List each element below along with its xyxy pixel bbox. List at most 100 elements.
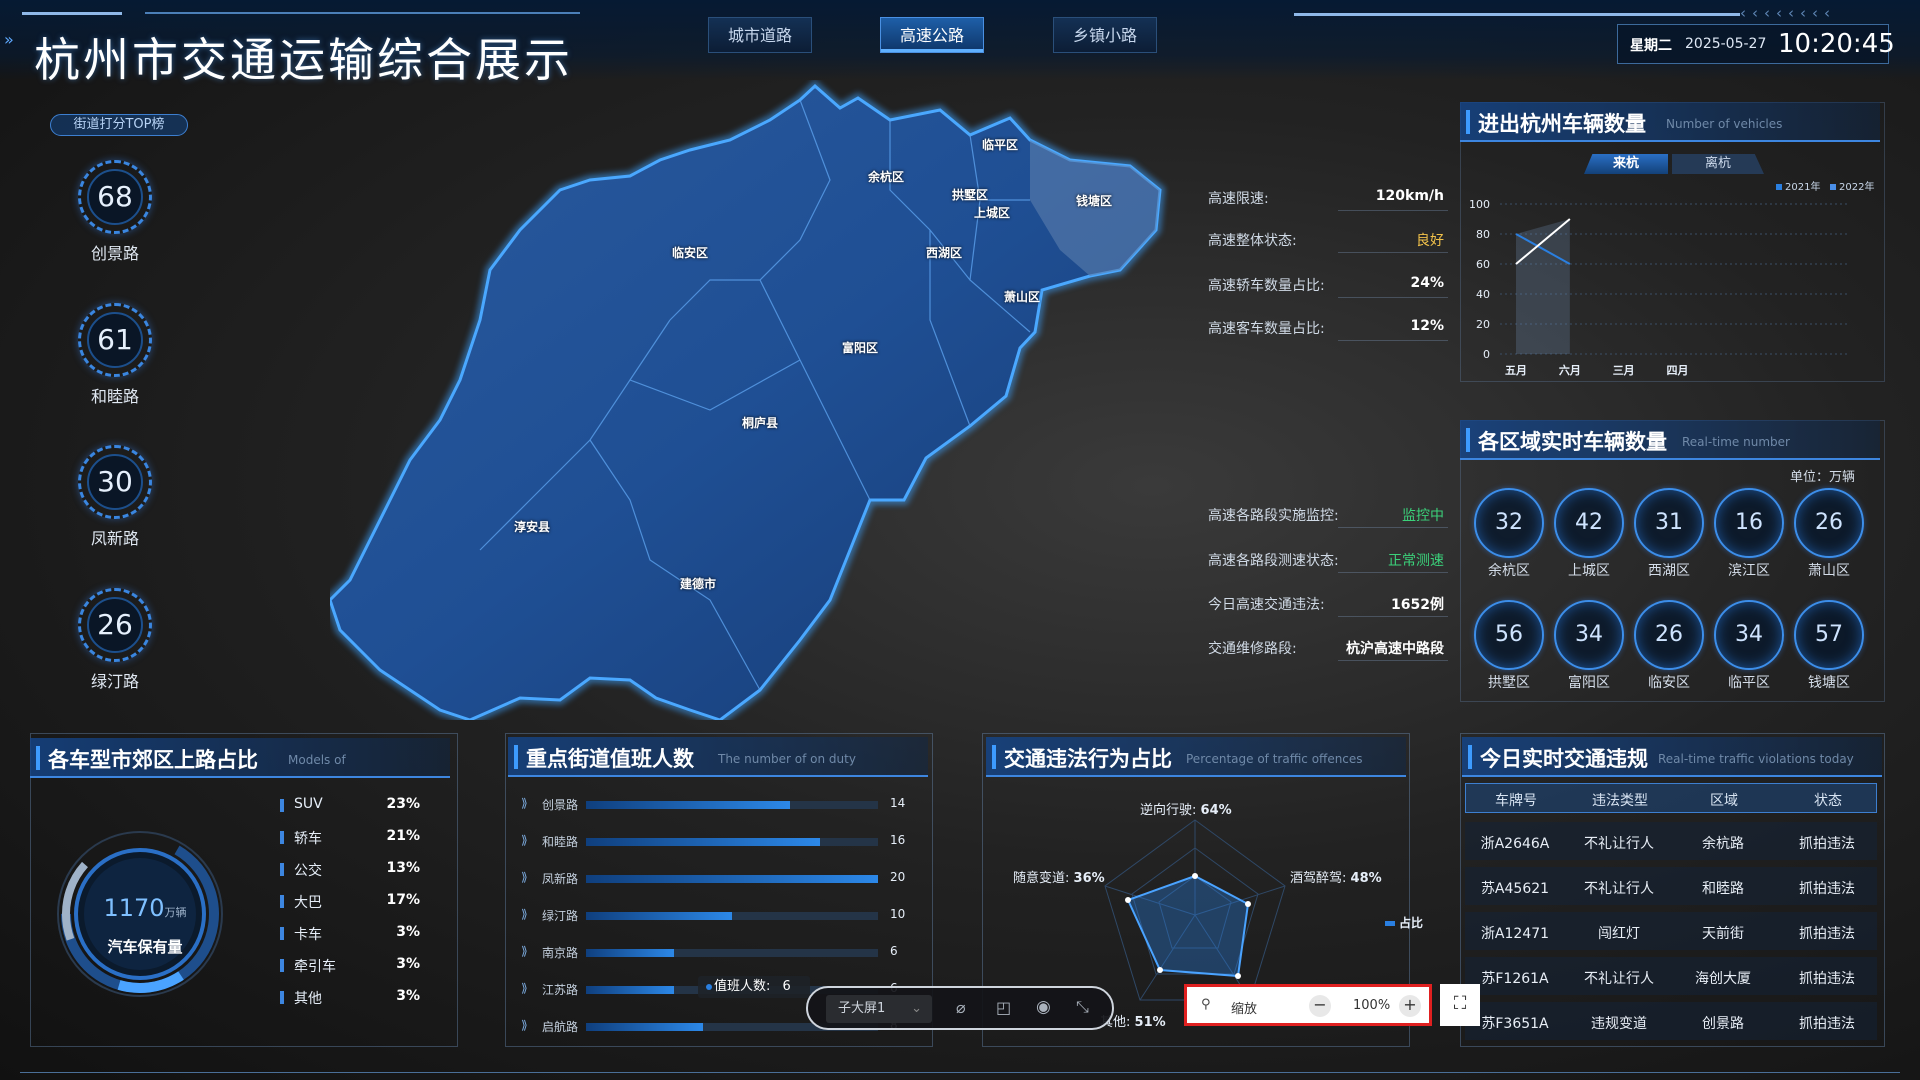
map-district-label[interactable]: 临平区 — [982, 136, 1018, 153]
table-cell: 苏F3651A — [1481, 1016, 1549, 1032]
tab-1[interactable]: 高速公路 — [880, 17, 984, 53]
tab-out[interactable]: 离杭 — [1672, 154, 1764, 174]
map-district-label[interactable]: 富阳区 — [842, 339, 878, 356]
table-row[interactable]: 苏F1261A 不礼让行人 海创大厦 抓拍违法 — [1465, 957, 1877, 995]
info-label: 高速轿车数量占比: — [1208, 278, 1325, 294]
arrow-right-icon: ⟫ — [521, 870, 528, 884]
date: 2025-05-27 — [1685, 36, 1767, 52]
y-tick-label: 20 — [1476, 318, 1490, 331]
table-header-cell: 车牌号 — [1495, 793, 1537, 809]
duty-row[interactable]: ⟫ 绿汀路 10 — [518, 906, 916, 924]
duty-street-name: 启航路 — [542, 1020, 579, 1034]
unlink-icon[interactable]: ⌀ — [956, 998, 966, 1017]
duty-row[interactable]: ⟫ 凤新路 20 — [518, 869, 916, 887]
area-name: 临平区 — [1728, 675, 1770, 691]
offence-label-lane: 随意变道: 36% — [1013, 867, 1105, 886]
model-pct: 21% — [386, 828, 420, 844]
map-district-label[interactable]: 拱墅区 — [952, 186, 988, 203]
table-cell: 不礼让行人 — [1584, 881, 1654, 897]
area-name: 富阳区 — [1568, 675, 1610, 691]
info-label: 高速各路段实施监控: — [1208, 508, 1339, 524]
map-district-label[interactable]: 上城区 — [974, 204, 1010, 221]
area-item[interactable]: 34 临平区 — [1714, 600, 1784, 692]
area-item[interactable]: 16 滨江区 — [1714, 488, 1784, 580]
table-cell: 违规变道 — [1591, 1016, 1647, 1032]
zoom-out-button[interactable]: − — [1309, 995, 1331, 1017]
duty-row[interactable]: ⟫ 南京路 6 — [518, 943, 916, 961]
street-rank-item[interactable]: 61 和睦路 — [75, 303, 155, 407]
highway-info-row: 交通维修路段: 杭沪高速中路段 — [1208, 638, 1448, 661]
table-header-cell: 状态 — [1814, 793, 1842, 809]
duty-bar-track — [586, 912, 878, 920]
map-district-label[interactable]: 钱塘区 — [1076, 192, 1112, 209]
table-row[interactable]: 苏A45621 不礼让行人 和睦路 抓拍违法 — [1465, 867, 1877, 905]
map-district-label[interactable]: 淳安县 — [514, 518, 550, 535]
duty-street-name: 和睦路 — [542, 835, 579, 849]
area-item[interactable]: 57 钱塘区 — [1794, 600, 1864, 692]
info-label: 今日高速交通违法: — [1208, 597, 1325, 613]
vehicles-panel-title: 进出杭州车辆数量 — [1478, 112, 1646, 136]
area-item[interactable]: 42 上城区 — [1554, 488, 1624, 580]
duty-value: 6 — [890, 944, 898, 958]
area-item[interactable]: 56 拱墅区 — [1474, 600, 1544, 692]
table-row[interactable]: 浙A12471 闯红灯 天前街 抓拍违法 — [1465, 912, 1877, 950]
fullscreen-button[interactable]: ⛶ — [1440, 984, 1480, 1026]
vehicles-panel-subtitle: Number of vehicles — [1666, 117, 1783, 131]
header-accent — [514, 745, 518, 769]
area-item[interactable]: 34 富阳区 — [1554, 600, 1624, 692]
tooltip-dot — [706, 984, 712, 990]
street-rank-button[interactable]: 街道打分TOP榜 — [50, 114, 188, 136]
eye-icon[interactable]: ◉ — [1036, 997, 1051, 1017]
street-rank-item[interactable]: 68 创景路 — [75, 160, 155, 264]
clock: 10:20:45 — [1778, 29, 1895, 59]
screen-select-value: 子大屏1 — [838, 1001, 886, 1016]
hangzhou-map[interactable] — [330, 80, 1170, 720]
models-panel-subtitle: Models of — [288, 753, 346, 767]
map-district-label[interactable]: 西湖区 — [926, 244, 962, 261]
info-value: 杭沪高速中路段 — [1346, 641, 1444, 657]
violations-panel-subtitle: Real-time traffic violations today — [1658, 752, 1854, 766]
table-cell: 海创大厦 — [1695, 971, 1751, 987]
tab-in[interactable]: 来杭 — [1584, 154, 1668, 174]
area-name: 滨江区 — [1728, 563, 1770, 579]
area-item[interactable]: 26 萧山区 — [1794, 488, 1864, 580]
footer-line — [20, 1072, 1900, 1073]
table-cell: 天前街 — [1702, 926, 1744, 942]
area-item[interactable]: 31 西湖区 — [1634, 488, 1704, 580]
collapse-icon[interactable]: ⤡ — [1076, 997, 1089, 1017]
info-label: 交通维修路段: — [1208, 641, 1297, 657]
area-count-circle: 34 — [1714, 600, 1784, 670]
highway-info-row: 高速轿车数量占比: 24% — [1208, 275, 1448, 298]
model-name: 轿车 — [294, 831, 322, 847]
edit-icon[interactable]: ◰ — [996, 998, 1011, 1017]
screen-select[interactable]: 子大屏1 ⌄ — [826, 995, 932, 1023]
tab-0[interactable]: 城市道路 — [708, 17, 812, 53]
y-tick-label: 100 — [1469, 198, 1490, 211]
map-district-label[interactable]: 临安区 — [672, 244, 708, 261]
duty-row[interactable]: ⟫ 和睦路 16 — [518, 832, 916, 850]
duty-panel-subtitle: The number of on duty — [718, 752, 856, 766]
table-row[interactable]: 苏F3651A 违规变道 创景路 抓拍违法 — [1465, 1002, 1877, 1040]
duty-row[interactable]: ⟫ 创景路 14 — [518, 795, 916, 813]
zoom-value: 100% — [1353, 998, 1391, 1013]
map-district-label[interactable]: 萧山区 — [1004, 288, 1040, 305]
area-panel-title: 各区域实时车辆数量 — [1478, 430, 1667, 454]
map-district-label[interactable]: 桐庐县 — [742, 414, 778, 431]
area-item[interactable]: 32 余杭区 — [1474, 488, 1544, 580]
street-rank-item[interactable]: 26 绿汀路 — [75, 588, 155, 692]
table-row[interactable]: 浙A2646A 不礼让行人 余杭路 抓拍违法 — [1465, 822, 1877, 860]
header-accent — [1466, 110, 1470, 134]
score-ring: 26 — [78, 588, 152, 662]
tab-2[interactable]: 乡镇小路 — [1053, 17, 1157, 53]
zoom-in-button[interactable]: + — [1399, 995, 1421, 1017]
map-district-label[interactable]: 建德市 — [680, 575, 716, 592]
duty-street-name: 绿汀路 — [542, 909, 579, 923]
table-cell: 苏F1261A — [1481, 971, 1549, 987]
vehicle-total: 1170万辆 — [100, 894, 190, 922]
duty-street-name: 凤新路 — [542, 872, 579, 886]
map-district-label[interactable]: 余杭区 — [868, 168, 904, 185]
street-rank-item[interactable]: 30 凤新路 — [75, 445, 155, 549]
area-item[interactable]: 26 临安区 — [1634, 600, 1704, 692]
table-cell: 抓拍违法 — [1799, 926, 1855, 942]
legend-swatch — [280, 799, 284, 812]
